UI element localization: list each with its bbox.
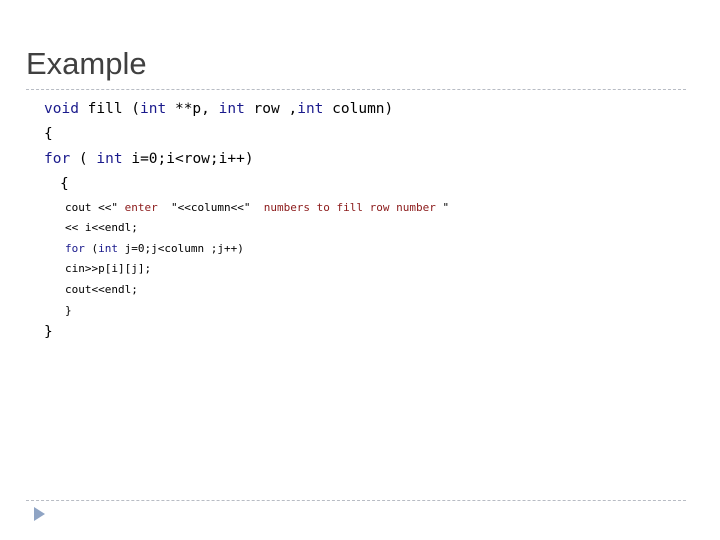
- code-text: j=0;j<column ;j++): [118, 242, 244, 255]
- code-line: }: [65, 305, 72, 316]
- code-line: {: [44, 127, 53, 142]
- code-line: for (int j=0;j<column ;j++): [65, 243, 244, 254]
- code-text: i=0;i<row;i++): [122, 151, 254, 167]
- code-text: (: [84, 242, 99, 255]
- code-text: "<<column<<": [170, 201, 251, 214]
- code-keyword: void: [44, 101, 79, 117]
- code-line: for ( int i=0;i<row;i++): [44, 152, 254, 167]
- code-text: }: [65, 304, 72, 317]
- code-keyword: int: [140, 101, 167, 117]
- triangle-right-icon[interactable]: [34, 507, 45, 521]
- title-divider: [26, 89, 686, 90]
- code-line: {: [60, 177, 69, 192]
- code-string: enter: [117, 201, 171, 214]
- code-keyword: int: [98, 242, 118, 255]
- code-text: column): [323, 101, 394, 117]
- code-text: }: [44, 324, 53, 340]
- code-text: cout <<": [65, 201, 118, 214]
- code-line: cin>>p[i][j];: [65, 263, 151, 274]
- code-text: row ,: [244, 101, 298, 117]
- footer-divider: [26, 500, 686, 501]
- code-text: fill (: [78, 101, 141, 117]
- code-line: cout <<" enter "<<column<<" numbers to f…: [65, 202, 449, 213]
- code-keyword: for: [65, 242, 85, 255]
- code-keyword: for: [44, 151, 71, 167]
- code-line: << i<<endl;: [65, 222, 138, 233]
- slide-title: Example: [26, 46, 147, 81]
- code-text: **p,: [166, 101, 219, 117]
- code-text: cin>>p[i][j];: [65, 262, 152, 275]
- code-text: {: [44, 126, 53, 142]
- code-text: {: [60, 176, 69, 192]
- code-keyword: int: [96, 151, 123, 167]
- code-line: cout<<endl;: [65, 284, 138, 295]
- code-text: (: [70, 151, 97, 167]
- code-string: numbers to fill row number: [250, 201, 443, 214]
- code-text: ": [442, 201, 450, 214]
- code-line: }: [44, 325, 53, 340]
- code-line: void fill (int **p, int row ,int column): [44, 102, 393, 117]
- code-text: << i<<endl;: [65, 221, 138, 234]
- code-text: cout<<endl;: [65, 283, 138, 296]
- code-keyword: int: [218, 101, 245, 117]
- code-keyword: int: [297, 101, 324, 117]
